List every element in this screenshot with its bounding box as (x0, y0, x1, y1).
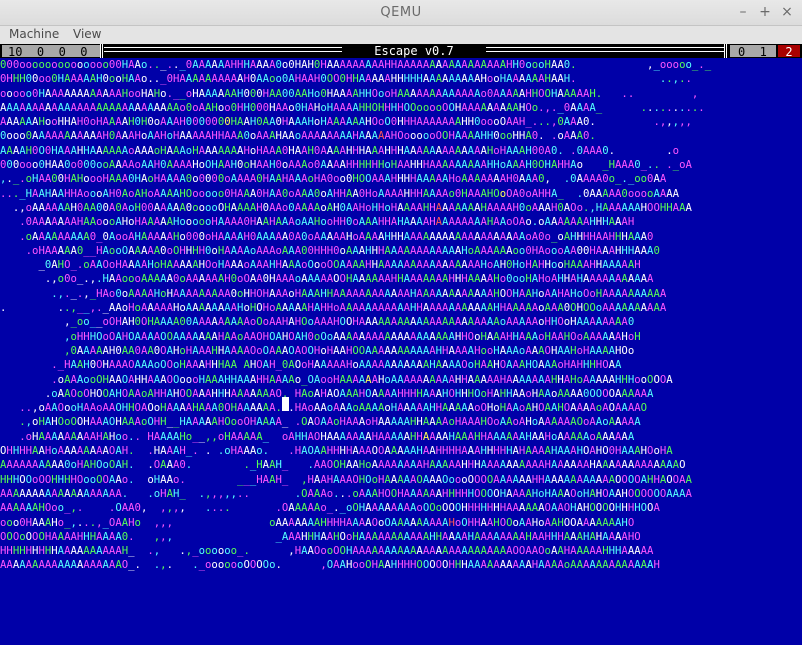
level-indicator: 2 (778, 45, 800, 59)
playfield-row: AAAAAAHooHHAH0oHAAAAH0H0oAAAH0000000HAAH… (0, 115, 692, 129)
playfield-row: 000oooooooooooooo00HAAo.._.._0AAAAAAHHHA… (0, 58, 712, 71)
playfield-row: .,oHAHOoOOHAAAOHAAAoOHH__HAAAAAHOooOHAAA… (19, 415, 641, 429)
playfield-row: ,._.oHAA00HAHoooHAAA0HAoHAAAA0o0000oAAAA… (0, 172, 667, 186)
playfield: 000oooooooooooooo00HAAo.._.._0AAAAAAHHHA… (0, 58, 802, 645)
playfield-row: AAAAAAAAAAAAAAAAAAA. .oHAH_ .,,,,,.. .OA… (0, 486, 692, 500)
playfield-row: 0HHH00oo0HAAAAAH0ooHAAo.._0HAAAAAAAAAAH0… (0, 72, 692, 86)
playfield-row: AAAAAAAAAA0oHAHOoOAH. .OAAA0. ._HAAH_ .A… (0, 458, 686, 472)
left-stats: 10 0 0 0 (8, 45, 88, 59)
menu-machine[interactable]: Machine (9, 27, 59, 41)
playfield-row: .,o0o_.,.HAAoooAAAAA0oAAAAAAH0oOAA0HAAAo… (44, 272, 654, 286)
playfield-row: OOOoOOOHAAAAHHHAAAA0. ,,, _AAAHHHAAHOoHA… (0, 529, 641, 543)
playfield-row: HHHOOoOOHHHHOooOOAAo. oHAAo. ___HAAH_ ,H… (0, 472, 692, 486)
player-cursor (282, 397, 289, 411)
playfield-row: .oAAOoOHOOAHOAAoAHHAHOOAAAHHHAAAAAAAO. H… (44, 386, 654, 400)
right-stats-box: 0 1 (730, 45, 776, 59)
playfield-row: ..._HAAHAAHHAoooAH0AoAHoAAAAHOooooo0HAAA… (0, 186, 680, 200)
playfield-row: . ..,__,._AAoHoAAAAAHoAAAAAAAAHoHOHoAAAA… (0, 301, 667, 315)
playfield-row: 0ooo0AAAAAAAAAAAH0AAAHoAAHoHAAAAAHHAAA0o… (0, 129, 596, 143)
playfield-row: ._HAAH0OHAAAOAAAoOOoHAAAHHHAA AHOAH_0AOo… (51, 358, 622, 372)
close-icon[interactable]: × (778, 3, 796, 21)
playfield-row: AAAAAAHOoo_,. .OAA0, ,,,, .... .OAAAAAo_… (0, 501, 660, 515)
playfield-row: HHHHHHHHHAAAAAAAAAAH_ ., .,_oooooo_. ,HA… (0, 544, 654, 558)
playfield-row: ..,oAAOooHAAoAAOHHOAOoHAAAAHAAA0OHAAAAAA… (19, 401, 648, 415)
playfield-row: .,._.,_HAo0oAAAAHoHAAAAAAAAA0oHHOHAAAoHA… (51, 286, 667, 300)
playfield-row: AAAAAAAAAAAAAAAAAAAAAAAAAAAAo0oAAHoo0HH0… (0, 100, 705, 114)
left-stats-box: 10 0 0 0 (2, 45, 100, 59)
playfield-row: _0AHO_.oAAOoHAAAAHoHAAAAAHOoHAAAoAAAHHAA… (38, 258, 641, 272)
menu-bar: Machine View (0, 26, 802, 44)
playfield-row: ooooo0HAAAAAAAAAAAAHooHAHo.__oHAAAAAAH00… (0, 86, 699, 100)
game-title: Escape v0.7 (374, 44, 454, 58)
minimize-icon[interactable]: – (734, 3, 752, 21)
right-stats: 0 1 (738, 45, 767, 59)
playfield-row: ooo0HAAAHo_,...,_OAAHo ,,, oAAAAAAAHHHHA… (0, 515, 635, 529)
playfield-row: .,oAAAAAAH0AA00A0AoH00AAAAA0ooooOHAAAAH0… (12, 200, 692, 214)
game-title-bar: Escape v0.7 (104, 44, 724, 58)
emulator-screen[interactable]: 10 0 0 0 Escape v0.7 0 1 2 000oooooooooo… (0, 44, 802, 645)
playfield-row: ,0AAAAAH0AA0AA0OAHoHAAAHHAAAAOoOAAAOAOOH… (64, 343, 635, 357)
divider-right (724, 44, 727, 58)
playfield-row: ,_oo__oOHAH0OHAAAA00AAAAAAAAAoOoAAHAHOoA… (64, 315, 635, 329)
playfield-row: .oHAAAAAAAAAHAHoo.. HAAAAHo__,,oHAAAAA_ … (19, 429, 635, 443)
playfield-row: ,oHHHOoOAHOAAAAOOAAAAAAAHAAoAAOHOAHOAH0o… (64, 329, 641, 343)
playfield-row: AAAAAAAAAAAAAAAAAAAO_. .,. ._ooooooOOOOo… (0, 558, 660, 572)
playfield-row: .oHAAAAA0__HAooOAAAAA0oOHHHH0oHAAAAoAAAo… (25, 243, 660, 257)
playfield-row: 000ooo0HAA0o000ooAAAAoAAH0AAAAHoOHAAH0oH… (0, 158, 692, 172)
playfield-row: .0AAAAAAAHAAoooAHoHAAAAAHoooooHAAAA0HAAH… (19, 215, 635, 229)
window-title: QEMU (380, 5, 422, 20)
menu-view[interactable]: View (73, 27, 101, 41)
playfield-row: .oAAAooOHAAOAHHAAAOOoooHAAAHHAAAHHAAAAo_… (51, 372, 673, 386)
divider-left (100, 44, 103, 58)
playfield-row: OHHHHAAHoAAAAAAAAOAH. .HAAAH_. . .oHAAAo… (0, 444, 673, 458)
maximize-icon[interactable]: + (756, 3, 774, 21)
playfield-row: AAAAH0O0HAAAHHAAAAAAoAAAoHAAAoHAAAAAAAHo… (0, 143, 680, 157)
playfield-row: .oAAAAAAAAA0_0AooAHAAAAAHo000oHAAAAH0AAA… (19, 229, 654, 243)
window-titlebar: QEMU – + × (0, 0, 802, 26)
status-bar: 10 0 0 0 Escape v0.7 0 1 2 (0, 44, 802, 59)
